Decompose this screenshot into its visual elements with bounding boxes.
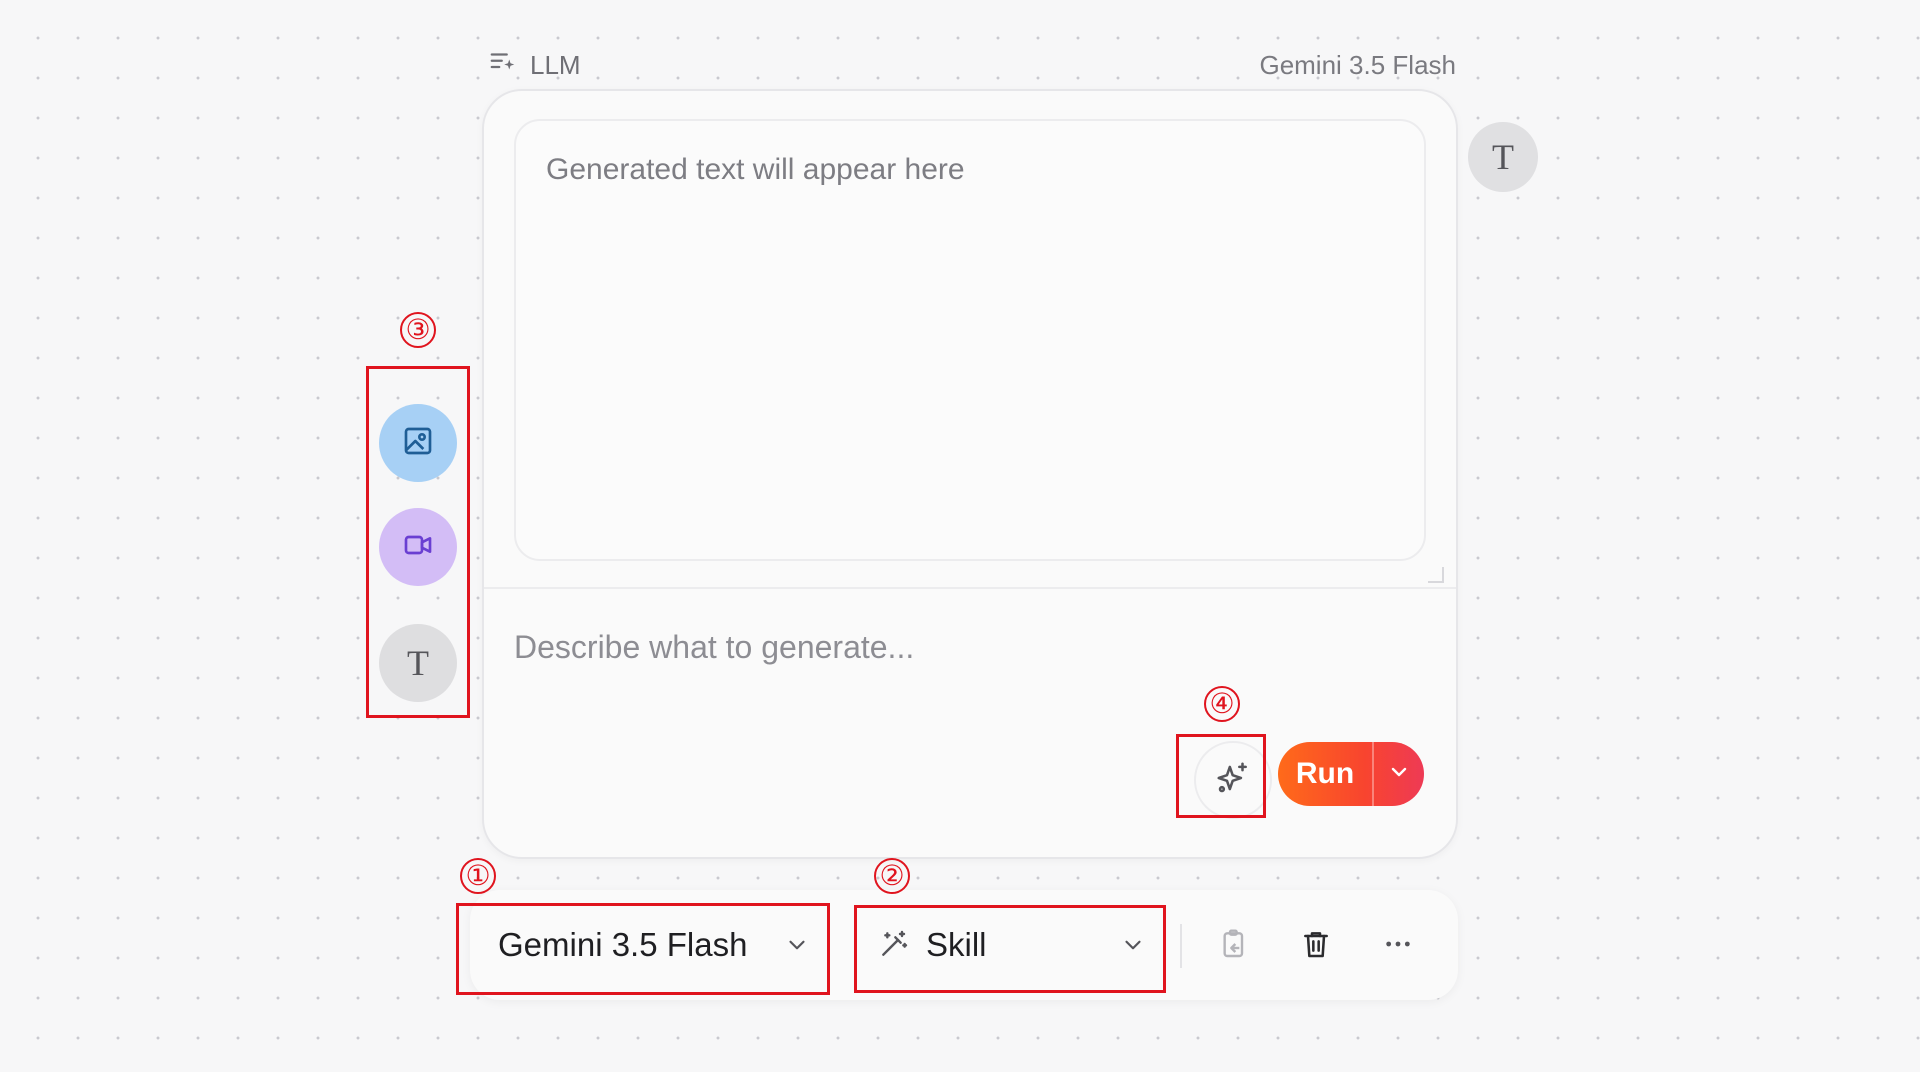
resize-handle[interactable]	[1428, 567, 1444, 583]
output-text-connector[interactable]: T	[1468, 122, 1538, 192]
prompt-input[interactable]	[512, 621, 1416, 673]
header-model-label: Gemini 3.5 Flash	[1259, 49, 1456, 80]
output-area[interactable]: Generated text will appear here	[514, 119, 1444, 583]
text-icon: T	[1492, 137, 1514, 177]
node-header: LLM Gemini 3.5 Flash	[488, 48, 1456, 82]
annotation-badge-2: ②	[874, 858, 910, 894]
llm-sparkle-list-icon	[488, 47, 518, 84]
run-button-group: Run	[1278, 742, 1424, 806]
chevron-down-icon	[1387, 760, 1411, 789]
annotation-badge-1: ①	[460, 858, 496, 894]
annotation-box-enhance	[1176, 734, 1266, 818]
delete-button[interactable]	[1298, 926, 1334, 962]
annotation-box-model-select	[456, 903, 830, 995]
toolbar-divider	[1180, 924, 1182, 968]
node-type: LLM	[488, 47, 581, 84]
run-button[interactable]: Run	[1278, 742, 1372, 806]
trash-icon	[1304, 932, 1328, 958]
card-divider	[484, 587, 1456, 589]
more-icon	[1386, 941, 1410, 947]
annotation-badge-3: ③	[400, 312, 436, 348]
run-options-button[interactable]	[1374, 742, 1424, 806]
more-options-button[interactable]	[1380, 926, 1416, 962]
node-type-label: LLM	[530, 49, 581, 80]
llm-node-card[interactable]: Generated text will appear here Run	[482, 89, 1458, 859]
copy-button[interactable]	[1216, 926, 1252, 962]
output-placeholder: Generated text will appear here	[546, 153, 965, 186]
copy-icon	[1223, 929, 1244, 958]
annotation-badge-4: ④	[1204, 686, 1240, 722]
annotation-box-skill-select	[854, 905, 1166, 993]
annotation-box-input-connectors	[366, 366, 470, 718]
